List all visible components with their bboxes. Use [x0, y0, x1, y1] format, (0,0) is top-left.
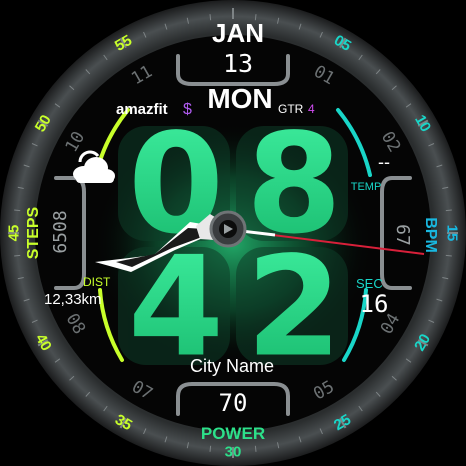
- date-day: 13: [223, 49, 253, 78]
- date-weekday: MON: [207, 83, 272, 114]
- brand-model-num: 4: [308, 102, 315, 116]
- temp-value: --: [378, 152, 390, 172]
- distance-value: 12,33km: [44, 291, 102, 308]
- bezel-tick: [14, 209, 21, 212]
- bezel-tick: [209, 445, 212, 452]
- steps-value: 6508: [50, 210, 71, 253]
- bezel-number: 30: [225, 444, 242, 461]
- power-value: 70: [219, 389, 248, 417]
- seconds-label: SEC: [356, 276, 383, 291]
- bezel-tick: [445, 209, 452, 212]
- brand-logo-mark: $: [183, 101, 192, 118]
- brand-logo: amazfit: [116, 101, 168, 118]
- bezel-tick: [445, 254, 452, 257]
- bpm-value: 67: [392, 224, 413, 246]
- bezel-number: 15: [444, 225, 461, 242]
- distance-label: DIST: [83, 275, 111, 289]
- bezel-tick: [209, 14, 212, 21]
- watch-face: 55 05101520253035404550 11 01020405070810 …: [0, 0, 466, 466]
- power-label: POWER: [201, 424, 265, 443]
- steps-label: STEPS: [25, 206, 42, 259]
- city-name: City Name: [190, 356, 274, 376]
- bezel-tick: [254, 445, 257, 452]
- bezel-tick: [14, 254, 21, 257]
- brand-model: GTR: [278, 102, 304, 116]
- date-month: JAN: [212, 18, 264, 48]
- temp-label: TEMP: [351, 181, 382, 193]
- seconds-value: 16: [360, 290, 389, 318]
- bezel-number: 45: [6, 225, 23, 242]
- bpm-label: BPM: [422, 217, 439, 253]
